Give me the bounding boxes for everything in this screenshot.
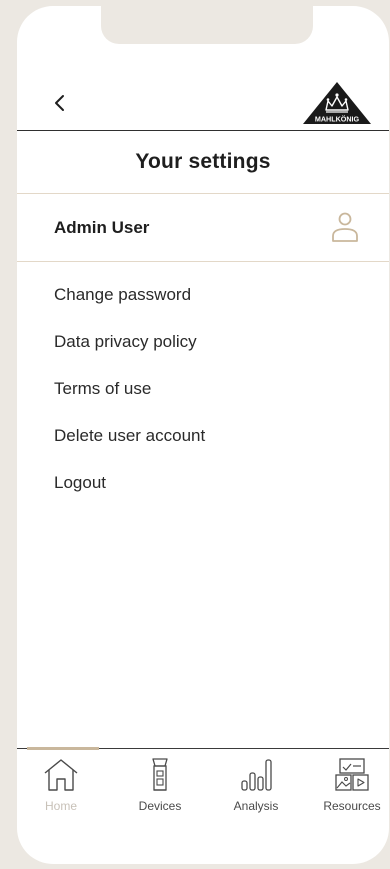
tab-resources-label: Resources [323, 799, 381, 813]
tab-home-label: Home [44, 799, 77, 813]
crown-logo-icon: MAHLKÖNIG [303, 82, 371, 124]
terms-of-use-item[interactable]: Terms of use [54, 372, 205, 419]
change-password-item[interactable]: Change password [54, 278, 205, 325]
tab-devices-label: Devices [138, 799, 182, 813]
chevron-left-icon [55, 95, 64, 111]
tab-analysis-label: Analysis [233, 799, 279, 813]
device-notch [101, 6, 313, 44]
tab-resources[interactable]: Resources [312, 757, 389, 813]
settings-menu: Change password Data privacy policy Term… [54, 278, 205, 513]
user-name: Admin User [54, 218, 150, 237]
brand-logo: MAHLKÖNIG [299, 80, 375, 128]
tab-devices[interactable]: Devices [120, 757, 200, 813]
top-header: MAHLKÖNIG [17, 78, 389, 131]
user-profile-row[interactable]: Admin User [17, 194, 389, 262]
user-icon [332, 212, 358, 242]
tab-home[interactable]: Home [21, 757, 101, 813]
app-screen: MAHLKÖNIG Your settings Admin User Chang… [17, 6, 389, 864]
logo-wordmark: MAHLKÖNIG [315, 115, 360, 124]
data-privacy-policy-item[interactable]: Data privacy policy [54, 325, 205, 372]
tab-analysis[interactable]: Analysis [216, 757, 296, 813]
media-library-icon [335, 758, 369, 791]
delete-user-account-item[interactable]: Delete user account [54, 419, 205, 466]
grinder-icon [152, 758, 168, 791]
logout-item[interactable]: Logout [54, 466, 205, 513]
page-title: Your settings [135, 149, 271, 173]
home-icon [44, 759, 78, 791]
page-title-bar: Your settings [17, 130, 389, 194]
bar-chart-icon [241, 759, 272, 791]
active-tab-indicator [27, 747, 99, 750]
back-button[interactable] [49, 88, 75, 118]
bottom-tab-bar: Home Devices Analysis Resources [17, 747, 389, 815]
